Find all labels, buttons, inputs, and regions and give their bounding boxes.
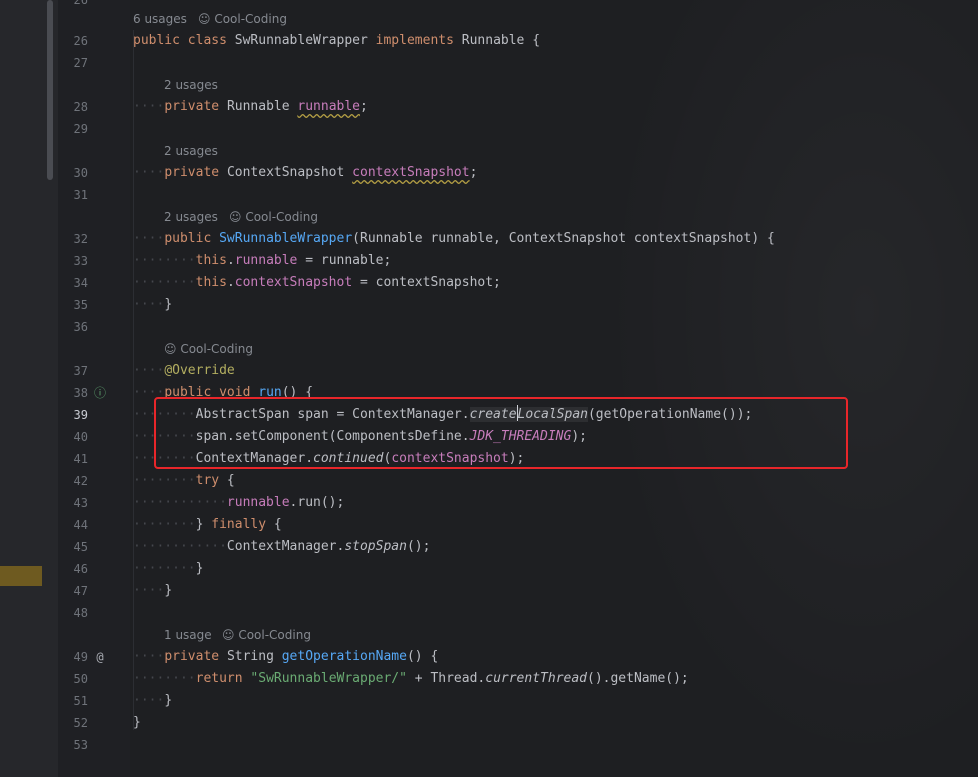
- code-line-31: 31: [0, 184, 978, 206]
- author-hint[interactable]: ☺ Cool-Coding: [164, 338, 253, 360]
- code-line-52: 52 }: [0, 712, 978, 734]
- code-line-50: 50 ········return "SwRunnableWrapper/" +…: [0, 668, 978, 690]
- author-name: Cool-Coding: [214, 12, 287, 26]
- line-number: 32: [73, 232, 88, 246]
- author-name: Cool-Coding: [238, 628, 311, 642]
- code-text: ········try {: [133, 473, 235, 488]
- code-line-47: 47 ····}: [0, 580, 978, 602]
- line-number: 38: [73, 386, 88, 400]
- line-number: 26: [73, 34, 88, 48]
- code-line-32: 32 ····public SwRunnableWrapper(Runnable…: [0, 228, 978, 250]
- inlay-hint-row: 2 usages: [0, 140, 978, 162]
- line-number: 37: [73, 364, 88, 378]
- line-number: 42: [73, 474, 88, 488]
- inlay-hint-row: ☺ Cool-Coding: [0, 338, 978, 360]
- highlight-annotation-box: [154, 397, 848, 469]
- code-text: ····private Runnable runnable;: [133, 99, 368, 114]
- author-name: Cool-Coding: [180, 342, 253, 356]
- line-number: 30: [73, 166, 88, 180]
- line-number: 35: [73, 298, 88, 312]
- line-number: 46: [73, 562, 88, 576]
- code-text: ············ContextManager.stopSpan();: [133, 539, 431, 554]
- code-line-28: 28 ····private Runnable runnable;: [0, 96, 978, 118]
- line-number: 45: [73, 540, 88, 554]
- usages-hint[interactable]: 2 usages: [164, 206, 218, 228]
- code-text: ····}: [133, 693, 173, 708]
- usages-hint[interactable]: 1 usage: [164, 624, 212, 646]
- inlay-hint-row: 2 usages: [0, 74, 978, 96]
- code-line-36: 36: [0, 316, 978, 338]
- line-number: 39: [73, 408, 88, 422]
- line-number: 28: [73, 100, 88, 114]
- line-number: 47: [73, 584, 88, 598]
- code-text: ····private ContextSnapshot contextSnaps…: [133, 165, 478, 180]
- code-line-30: 30 ····private ContextSnapshot contextSn…: [0, 162, 978, 184]
- usages-hint[interactable]: 6 usages: [133, 8, 187, 30]
- line-number: 50: [73, 672, 88, 686]
- line-number: 34: [73, 276, 88, 290]
- code-line-45: 45 ············ContextManager.stopSpan()…: [0, 536, 978, 558]
- code-text: ····private String getOperationName() {: [133, 649, 439, 664]
- code-line-35: 35 ····}: [0, 294, 978, 316]
- code-text: ········return "SwRunnableWrapper/" + Th…: [133, 671, 689, 686]
- code-text: ············runnable.run();: [133, 495, 345, 510]
- line-number: 43: [73, 496, 88, 510]
- code-text: public class SwRunnableWrapper implement…: [133, 33, 541, 48]
- author-name: Cool-Coding: [245, 210, 318, 224]
- line-number: 33: [73, 254, 88, 268]
- code-line-27: 27: [0, 52, 978, 74]
- code-text: }: [133, 715, 141, 730]
- line-number: 51: [73, 694, 88, 708]
- code-line-48: 48: [0, 602, 978, 624]
- code-line-37: 37 ····@Override: [0, 360, 978, 382]
- code-text: ····}: [133, 583, 173, 598]
- code-line-49: 49 @ ····private String getOperationName…: [0, 646, 978, 668]
- line-number: 41: [73, 452, 88, 466]
- code-line-53: 53: [0, 734, 978, 756]
- code-line-51: 51 ····}: [0, 690, 978, 712]
- line-number: 40: [73, 430, 88, 444]
- line-number: 36: [73, 320, 88, 334]
- code-text: ····@Override: [133, 363, 235, 378]
- at-sign-gutter-icon[interactable]: @: [93, 650, 107, 664]
- code-line-34: 34 ········this.contextSnapshot = contex…: [0, 272, 978, 294]
- code-text: ········} finally {: [133, 517, 282, 532]
- code-line-29: 29: [0, 118, 978, 140]
- author-hint[interactable]: ☺ Cool-Coding: [229, 206, 318, 228]
- code-line-42: 42 ········try {: [0, 470, 978, 492]
- code-line-44: 44 ········} finally {: [0, 514, 978, 536]
- code-text: ········}: [133, 561, 204, 576]
- author-hint[interactable]: ☺ Cool-Coding: [222, 624, 311, 646]
- implements-method-gutter-icon[interactable]: ⓘ: [93, 386, 107, 400]
- line-number: 31: [73, 188, 88, 202]
- inlay-hint-row: 6 usages ☺ Cool-Coding: [0, 8, 978, 30]
- code-text: ········this.runnable = runnable;: [133, 253, 392, 268]
- line-number: 48: [73, 606, 88, 620]
- code-text: ····public SwRunnableWrapper(Runnable ru…: [133, 231, 775, 246]
- inlay-hint-row: 1 usage ☺ Cool-Coding: [0, 624, 978, 646]
- line-number: 49: [73, 650, 88, 664]
- inlay-hint-row: 2 usages ☺ Cool-Coding: [0, 206, 978, 228]
- code-line-43: 43 ············runnable.run();: [0, 492, 978, 514]
- code-text: ········this.contextSnapshot = contextSn…: [133, 275, 501, 290]
- line-number: 52: [73, 716, 88, 730]
- line-number: 53: [73, 738, 88, 752]
- author-hint[interactable]: ☺ Cool-Coding: [198, 8, 287, 30]
- line-number: 44: [73, 518, 88, 532]
- line-number: 29: [73, 122, 88, 136]
- code-line-33: 33 ········this.runnable = runnable;: [0, 250, 978, 272]
- code-line-46: 46 ········}: [0, 558, 978, 580]
- code-text: ····}: [133, 297, 173, 312]
- code-line-26: 26 public class SwRunnableWrapper implem…: [0, 30, 978, 52]
- usages-hint[interactable]: 2 usages: [164, 140, 218, 162]
- line-number: 27: [73, 56, 88, 70]
- usages-hint[interactable]: 2 usages: [164, 74, 218, 96]
